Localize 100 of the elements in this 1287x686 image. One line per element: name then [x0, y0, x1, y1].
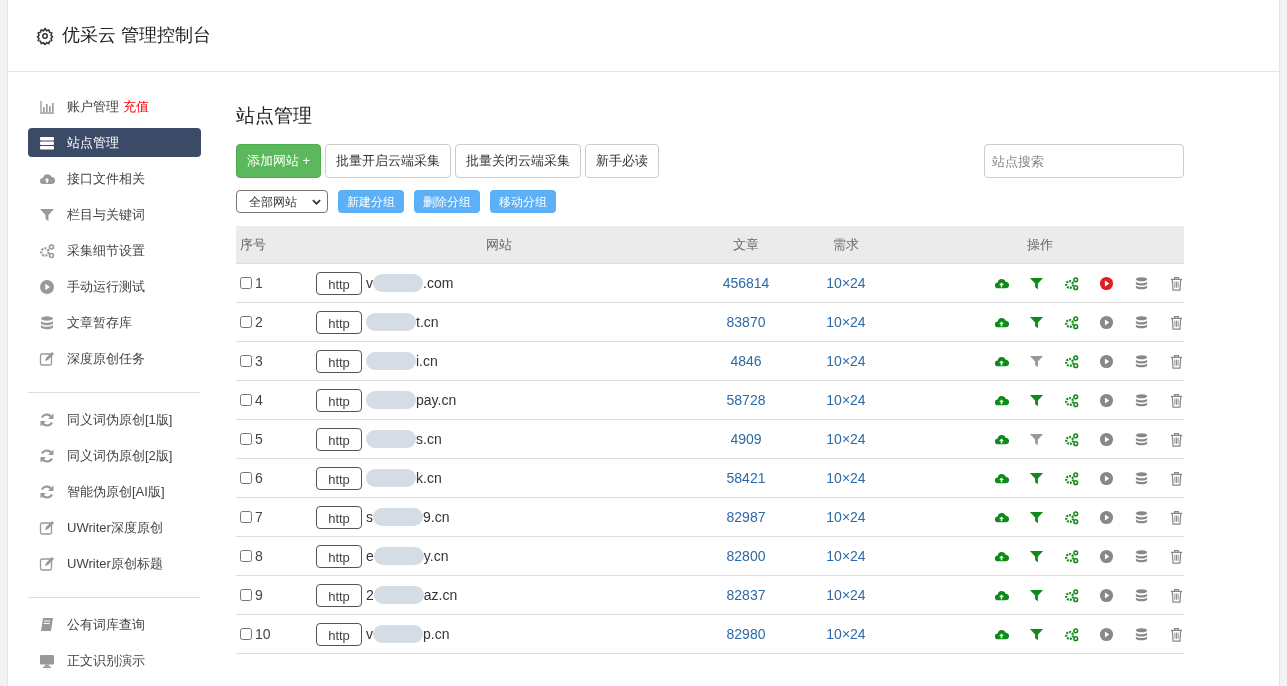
sidebar-item[interactable]: 账户管理 充值	[28, 92, 201, 121]
row-checkbox[interactable]	[240, 628, 252, 640]
site-url[interactable]: pay.cn	[366, 389, 457, 411]
sidebar-item[interactable]: 站点管理	[28, 128, 201, 157]
trash-icon[interactable]	[1169, 431, 1184, 447]
gears-icon[interactable]	[1064, 509, 1079, 525]
search-field[interactable]: 站点搜索	[984, 144, 1184, 178]
database-icon[interactable]	[1134, 353, 1149, 369]
site-url[interactable]: v p.cn	[366, 623, 450, 645]
row-checkbox[interactable]	[240, 394, 252, 406]
recharge-link[interactable]: 充值	[123, 96, 149, 117]
filter-icon[interactable]	[1029, 548, 1044, 564]
database-icon[interactable]	[1134, 587, 1149, 603]
article-count[interactable]: 82980	[726, 625, 766, 642]
trash-icon[interactable]	[1169, 314, 1184, 330]
row-checkbox[interactable]	[240, 472, 252, 484]
sidebar-item[interactable]: UWriter原创标题	[28, 549, 201, 578]
filter-icon[interactable]	[1029, 392, 1044, 408]
row-checkbox[interactable]	[240, 316, 252, 328]
database-icon[interactable]	[1134, 548, 1149, 564]
toolbar-button[interactable]: 批量开启云端采集	[325, 144, 452, 178]
sidebar-item[interactable]: 正文识别演示	[28, 646, 201, 675]
filter-icon[interactable]	[1029, 353, 1044, 369]
play-icon[interactable]	[1099, 275, 1114, 291]
filter-icon[interactable]	[1029, 314, 1044, 330]
play-icon[interactable]	[1099, 470, 1114, 486]
trash-icon[interactable]	[1169, 275, 1184, 291]
article-count[interactable]: 82837	[726, 586, 766, 603]
database-icon[interactable]	[1134, 431, 1149, 447]
sidebar-item[interactable]: 同义词伪原创[1版]	[28, 405, 201, 434]
database-icon[interactable]	[1134, 392, 1149, 408]
filter-icon[interactable]	[1029, 587, 1044, 603]
filter-icon[interactable]	[1029, 470, 1044, 486]
trash-icon[interactable]	[1169, 626, 1184, 642]
filter-icon[interactable]	[1029, 509, 1044, 525]
trash-icon[interactable]	[1169, 509, 1184, 525]
trash-icon[interactable]	[1169, 470, 1184, 486]
database-icon[interactable]	[1134, 470, 1149, 486]
play-icon[interactable]	[1099, 626, 1114, 642]
row-checkbox[interactable]	[240, 589, 252, 601]
row-checkbox[interactable]	[240, 550, 252, 562]
gears-icon[interactable]	[1064, 470, 1079, 486]
row-checkbox[interactable]	[240, 355, 252, 367]
article-count[interactable]: 4846	[730, 352, 762, 369]
trash-icon[interactable]	[1169, 587, 1184, 603]
article-count[interactable]: 82800	[726, 547, 766, 564]
sidebar-item[interactable]: UWriter深度原创	[28, 513, 201, 542]
trash-icon[interactable]	[1169, 548, 1184, 564]
toolbar-button[interactable]: 批量关闭云端采集	[455, 144, 582, 178]
play-icon[interactable]	[1099, 548, 1114, 564]
sidebar-item[interactable]: 公有词库查询	[28, 610, 201, 639]
play-icon[interactable]	[1099, 353, 1114, 369]
site-url[interactable]: 2 az.cn	[366, 584, 458, 606]
sidebar-item-label[interactable]: 账户管理	[67, 96, 119, 117]
gears-icon[interactable]	[1064, 275, 1079, 291]
row-checkbox[interactable]	[240, 277, 252, 289]
database-icon[interactable]	[1134, 275, 1149, 291]
gears-icon[interactable]	[1064, 392, 1079, 408]
sidebar-item[interactable]: 栏目与关键词	[28, 200, 201, 229]
play-icon[interactable]	[1099, 431, 1114, 447]
article-count[interactable]: 58728	[726, 391, 766, 408]
play-icon[interactable]	[1099, 509, 1114, 525]
database-icon[interactable]	[1134, 626, 1149, 642]
gears-icon[interactable]	[1064, 431, 1079, 447]
trash-icon[interactable]	[1169, 392, 1184, 408]
play-icon[interactable]	[1099, 314, 1114, 330]
article-count[interactable]: 83870	[726, 313, 766, 330]
play-icon[interactable]	[1099, 392, 1114, 408]
gears-icon[interactable]	[1064, 314, 1079, 330]
play-icon[interactable]	[1099, 587, 1114, 603]
row-number: 7	[255, 507, 263, 527]
sidebar-item[interactable]: 智能伪原创[AI版]	[28, 477, 201, 506]
row-checkbox[interactable]	[240, 511, 252, 523]
sidebar-item[interactable]: 深度原创任务	[28, 344, 201, 373]
group-select[interactable]: 全部网站	[236, 190, 328, 213]
sidebar-item[interactable]: 文章暂存库	[28, 308, 201, 337]
filter-icon[interactable]	[1029, 431, 1044, 447]
article-count[interactable]: 58421	[726, 469, 766, 486]
database-icon[interactable]	[1134, 509, 1149, 525]
article-count[interactable]: 456814	[722, 274, 770, 291]
row-checkbox[interactable]	[240, 433, 252, 445]
sidebar-item[interactable]: 接口文件相关	[28, 164, 201, 193]
sidebar-item[interactable]: 手动运行测试	[28, 272, 201, 301]
article-count[interactable]: 82987	[726, 508, 766, 525]
database-icon[interactable]	[1134, 314, 1149, 330]
demand-value: 10×24	[826, 586, 866, 603]
gears-icon[interactable]	[1064, 587, 1079, 603]
trash-icon[interactable]	[1169, 353, 1184, 369]
article-count[interactable]: 4909	[730, 430, 762, 447]
gears-icon[interactable]	[1064, 626, 1079, 642]
sidebar-item[interactable]: 同义词伪原创[2版]	[28, 441, 201, 470]
filter-icon[interactable]	[1029, 275, 1044, 291]
refresh-icon	[39, 447, 55, 464]
site-url[interactable]: s 9.cn	[366, 506, 450, 528]
site-url[interactable]: v .com	[366, 272, 454, 294]
filter-icon[interactable]	[1029, 626, 1044, 642]
sidebar-item[interactable]: 采集细节设置	[28, 236, 201, 265]
toolbar-button[interactable]: 新手必读	[585, 144, 660, 178]
gears-icon[interactable]	[1064, 353, 1079, 369]
gears-icon[interactable]	[1064, 548, 1079, 564]
